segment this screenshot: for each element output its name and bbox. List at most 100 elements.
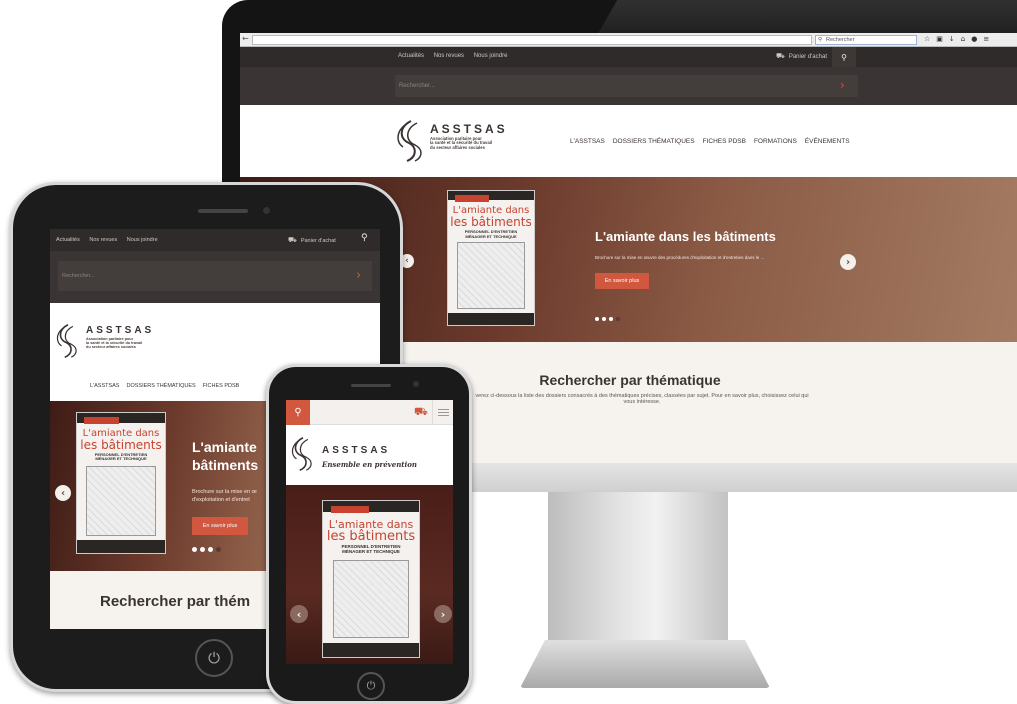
nav-link-nos-revues[interactable]: Nos revues xyxy=(434,53,464,59)
book-illustration xyxy=(332,560,410,639)
book-illustration xyxy=(456,241,526,309)
site-brand[interactable]: ASSTSAS xyxy=(430,122,508,136)
nav-link-nos-revues[interactable]: Nos revues xyxy=(89,237,117,243)
carousel-dot[interactable] xyxy=(200,547,205,552)
menu-item-fiches[interactable]: FICHES PDSB xyxy=(203,383,240,389)
hero-title-line: bâtiments xyxy=(192,456,259,473)
main-menu: L'ASSTSAS DOSSIERS THÉMATIQUES FICHES PD… xyxy=(570,138,850,145)
tablet-hero-description: Brochure sur la mise en œ d'exploitation… xyxy=(192,489,257,504)
section-title: Rechercher par thém xyxy=(100,593,251,610)
book-title-line: les bâtiments xyxy=(326,528,416,544)
menu-item-formations[interactable]: FORMATIONS xyxy=(754,138,797,145)
site-search-placeholder: Rechercher... xyxy=(399,83,435,89)
tablet-search-input[interactable]: Rechercher... xyxy=(58,261,372,291)
browser-toolbar: ← ⚲ Rechercher ☆ ▣ ↓ ⌂ ● ≡ xyxy=(240,33,1017,47)
carousel-prev-icon[interactable]: ‹ xyxy=(290,605,308,623)
section-description: verez ci-dessous la liste des dossiers c… xyxy=(475,393,809,405)
carousel-dot[interactable] xyxy=(602,317,606,321)
nav-link-nous-joindre[interactable]: Nous joindre xyxy=(474,53,508,59)
phone-hero-carousel: L'amiante dans les bâtiments PERSONNEL D… xyxy=(286,485,453,664)
menu-item-asstsas[interactable]: L'ASSTSAS xyxy=(570,138,605,145)
tablet-top-nav-links: Actualités Nos revues Nous joindre xyxy=(56,237,166,243)
clipboard-icon[interactable]: ▣ xyxy=(936,35,943,43)
carousel-dots xyxy=(595,317,620,321)
nav-link-actualites[interactable]: Actualités xyxy=(56,237,80,243)
book-subtitle-line: MÉNAGER ET TECHNIQUE xyxy=(465,233,517,239)
book-subtitle-line: MÉNAGER ET TECHNIQUE xyxy=(342,548,400,554)
tablet-hero-title: L'amiante bâtiments xyxy=(192,439,258,474)
hero-book-cover[interactable]: L'amiante dans les bâtiments PERSONNEL D… xyxy=(322,500,420,658)
phone-camera xyxy=(413,381,419,387)
carousel-next-icon[interactable]: › xyxy=(434,605,452,623)
browser-search-icon: ⚲ xyxy=(818,37,823,43)
site-search-input[interactable]: Rechercher... xyxy=(395,75,858,97)
tablet-main-menu: L'ASSTSAS DOSSIERS THÉMATIQUES FICHES PD… xyxy=(90,383,239,389)
url-bar[interactable] xyxy=(252,35,812,45)
section-title: Rechercher par thématique xyxy=(539,372,721,388)
bookmark-star-icon[interactable]: ☆ xyxy=(924,35,930,43)
search-submit-icon[interactable]: › xyxy=(356,268,361,283)
menu-item-dossiers[interactable]: DOSSIERS THÉMATIQUES xyxy=(126,383,195,389)
book-illustration xyxy=(85,466,157,537)
asstsas-logo-icon xyxy=(397,120,422,162)
carousel-dot[interactable] xyxy=(616,317,620,321)
carousel-dot[interactable] xyxy=(609,317,613,321)
cart-icon: ⛟ xyxy=(776,52,785,60)
home-icon[interactable]: ⌂ xyxy=(961,35,965,43)
search-icon[interactable]: ⚲ xyxy=(286,400,310,425)
mobile-tagline: Ensemble en prévention xyxy=(322,460,417,469)
monitor-stand-foot xyxy=(520,640,770,688)
carousel-dot[interactable] xyxy=(192,547,197,552)
phone-header: ASSTSAS Ensemble en prévention xyxy=(286,425,453,485)
tablet-cart-link[interactable]: ⛟ Panier d'achat xyxy=(288,236,336,245)
cart-icon[interactable]: ⛟ xyxy=(414,405,428,420)
tablet-home-button-icon[interactable]: ⏻ xyxy=(195,639,233,677)
carousel-next-icon[interactable]: › xyxy=(840,254,856,270)
site-brand[interactable]: ASSTSAS xyxy=(322,445,390,456)
carousel-dots xyxy=(192,547,221,552)
nav-link-actualites[interactable]: Actualités xyxy=(398,53,424,59)
hero-title-line: L'amiante xyxy=(192,439,257,455)
hero-book-cover[interactable]: L'amiante dans les bâtiments PERSONNEL D… xyxy=(76,412,166,554)
hero-title: L'amiante dans les bâtiments xyxy=(595,229,776,244)
cart-link[interactable]: ⛟ Panier d'achat xyxy=(776,52,827,61)
search-toggle-icon[interactable]: ⚲ xyxy=(361,233,368,243)
hero-desc-line: d'exploitation et d'entret xyxy=(192,496,250,503)
download-icon[interactable]: ↓ xyxy=(949,35,955,43)
carousel-dot[interactable] xyxy=(595,317,599,321)
menu-icon[interactable]: ≡ xyxy=(983,35,989,43)
carousel-dot[interactable] xyxy=(216,547,221,552)
site-search-placeholder: Rechercher... xyxy=(62,273,95,279)
hero-book-cover[interactable]: L'amiante dans les bâtiments PERSONNEL D… xyxy=(447,190,535,326)
back-icon[interactable]: ← xyxy=(242,34,249,43)
tablet-camera xyxy=(263,207,270,214)
menu-item-asstsas[interactable]: L'ASSTSAS xyxy=(90,383,119,389)
hero-desc-line: Brochure sur la mise en œ xyxy=(192,489,257,495)
cart-icon: ⛟ xyxy=(288,236,297,244)
browser-toolbar-icons: ☆ ▣ ↓ ⌂ ● ≡ xyxy=(924,35,989,43)
nav-link-nous-joindre[interactable]: Nous joindre xyxy=(127,237,158,243)
carousel-dot[interactable] xyxy=(208,547,213,552)
chat-icon[interactable]: ● xyxy=(971,35,977,43)
hero-cta-button[interactable]: En savoir plus xyxy=(192,517,248,535)
search-submit-icon[interactable]: › xyxy=(840,78,845,92)
tablet-speaker xyxy=(198,209,248,213)
hamburger-menu-icon[interactable] xyxy=(432,400,453,425)
search-toggle-icon[interactable]: ⚲ xyxy=(832,47,856,67)
site-brand[interactable]: ASSTSAS xyxy=(86,325,154,336)
device-mockup-stage: ← ⚲ Rechercher ☆ ▣ ↓ ⌂ ● ≡ Actualités No… xyxy=(0,0,1017,704)
menu-item-evenements[interactable]: ÉVÉNEMENTS xyxy=(805,138,850,145)
site-search-row: Rechercher... › xyxy=(240,67,1017,105)
hero-cta-button[interactable]: En savoir plus xyxy=(595,273,649,289)
menu-item-dossiers[interactable]: DOSSIERS THÉMATIQUES xyxy=(613,138,695,145)
asstsas-logo-icon xyxy=(291,437,312,472)
site-header: ASSTSAS Association paritaire pour la sa… xyxy=(240,105,1017,177)
carousel-prev-icon[interactable]: ‹ xyxy=(55,485,71,501)
phone-home-button-icon[interactable]: ⏻ xyxy=(357,672,385,700)
menu-item-fiches[interactable]: FICHES PDSB xyxy=(703,138,746,145)
asstsas-logo-icon xyxy=(56,324,77,359)
browser-search-placeholder: Rechercher xyxy=(826,37,855,43)
cart-label: Panier d'achat xyxy=(300,237,336,244)
hero-description: Brochure sur la mise en œuvre des procéd… xyxy=(595,255,765,260)
browser-search-input[interactable]: ⚲ Rechercher xyxy=(815,35,917,45)
